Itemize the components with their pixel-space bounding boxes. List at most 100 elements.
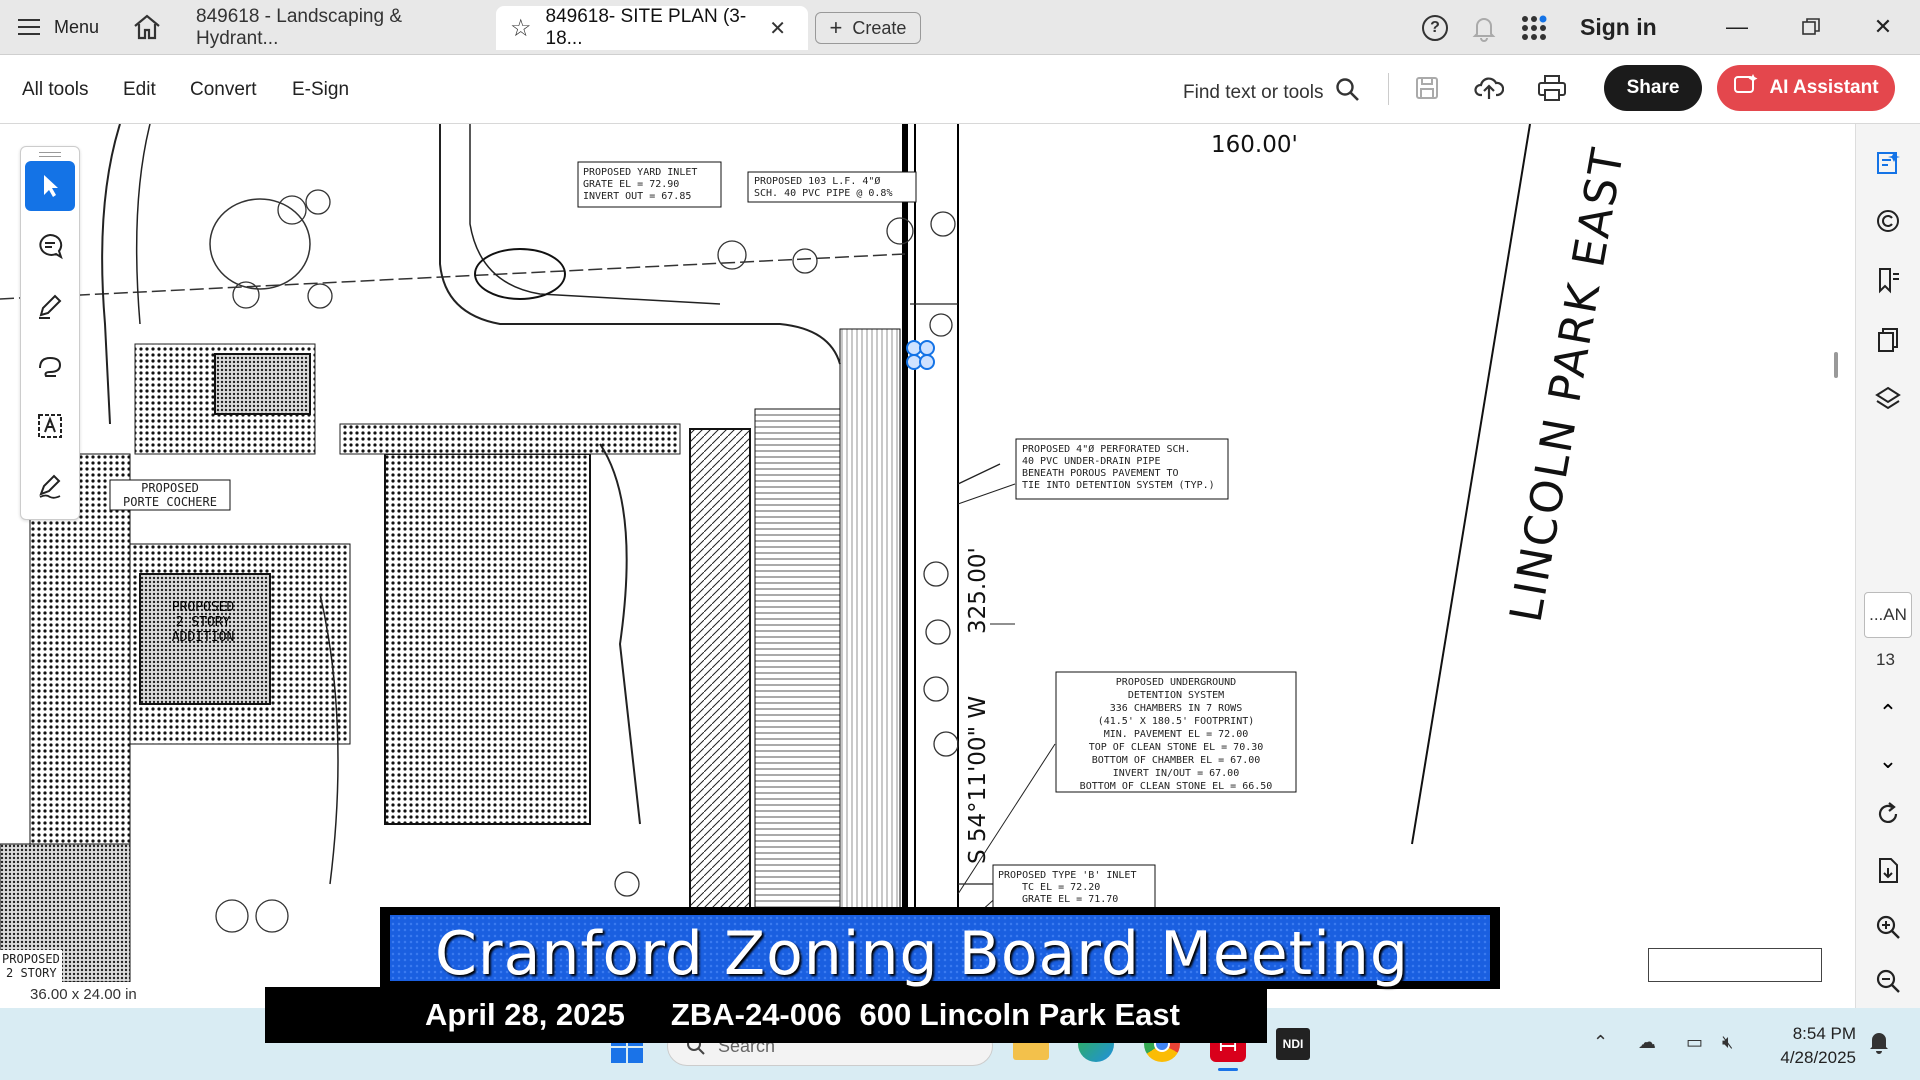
ai-assistant-button[interactable]: AI Assistant <box>1717 65 1895 111</box>
esign-menu[interactable]: E-Sign <box>292 79 349 101</box>
find-label: Find text or tools <box>1183 82 1324 103</box>
select-tool-button[interactable] <box>25 161 75 211</box>
acrobat-active-indicator <box>1218 1068 1238 1071</box>
note-detention-7: BOTTOM OF CHAMBER EL = 67.00 <box>1092 755 1261 766</box>
edit-menu[interactable]: Edit <box>123 79 156 101</box>
chevron-up-icon[interactable]: ⌃ <box>1873 698 1903 728</box>
apps-grid-icon[interactable] <box>1521 15 1547 41</box>
tray-overflow-icon[interactable]: ⌃ <box>1593 1032 1608 1053</box>
right-tools-rail: ...AN 13 ⌃ ⌄ <box>1855 124 1920 1014</box>
pages-thumbnails-icon[interactable] <box>1873 325 1903 355</box>
ai-label: AI Assistant <box>1769 77 1879 98</box>
all-tools-menu[interactable]: All tools <box>22 79 89 101</box>
sign-in-link[interactable]: Sign in <box>1580 14 1657 41</box>
extract-page-icon[interactable] <box>1873 856 1903 886</box>
site-plan-drawing: PROPOSED YARD INLET GRATE EL = 72.90 INV… <box>0 124 1635 982</box>
palette-grip[interactable] <box>39 152 61 157</box>
freehand-icon <box>39 356 62 377</box>
note-underdrain-4: TIE INTO DETENTION SYSTEM (TYP.) <box>1022 480 1215 491</box>
text-tool-button[interactable] <box>25 401 75 451</box>
note-detention-4: (41.5' X 180.5' FOOTPRINT) <box>1098 716 1255 727</box>
bell-icon[interactable] <box>1471 14 1497 42</box>
note-underdrain-2: 40 PVC UNDER-DRAIN PIPE <box>1022 456 1160 467</box>
chevron-down-icon[interactable]: ⌄ <box>1873 746 1903 776</box>
label-addition-2: 2 STORY <box>176 615 231 630</box>
vertical-scrollbar[interactable] <box>1834 352 1838 378</box>
highlight-tool-button[interactable] <box>25 281 75 331</box>
rotate-icon[interactable] <box>1873 799 1903 829</box>
bookmarks-icon[interactable] <box>1873 265 1903 295</box>
label-porte-cochere-1: PROPOSED <box>141 481 199 495</box>
zoom-in-icon[interactable] <box>1873 912 1903 942</box>
note-type-b-inlet-3: GRATE EL = 71.70 <box>1022 894 1118 905</box>
note-yard-inlet-1: PROPOSED YARD INLET <box>583 167 697 178</box>
quick-tools-palette <box>20 146 80 520</box>
home-icon[interactable] <box>132 13 162 41</box>
note-yard-inlet-2: GRATE EL = 72.90 <box>583 179 679 190</box>
zoom-out-icon[interactable] <box>1873 966 1903 996</box>
create-label: Create <box>852 17 907 38</box>
clock-time: 8:54 PM <box>1792 1024 1856 1043</box>
comment-icon <box>39 233 63 260</box>
menu-label: Menu <box>54 16 100 37</box>
note-underdrain-3: BENEATH POROUS PAVEMENT TO <box>1022 468 1179 479</box>
note-yard-inlet-3: INVERT OUT = 67.85 <box>583 191 691 202</box>
case-number: ZBA-24-006 <box>670 997 842 1032</box>
note-detention-3: 336 CHAMBERS IN 7 ROWS <box>1110 703 1242 714</box>
meeting-date: April 28, 2025 <box>425 997 625 1032</box>
divider <box>1388 73 1389 105</box>
restore-icon[interactable] <box>1794 10 1828 44</box>
label-2story-2: 2 STORY <box>6 966 57 980</box>
app-toolbar: All tools Edit Convert E-Sign Find text … <box>0 55 1920 124</box>
note-detention-8: INVERT IN/OUT = 67.00 <box>1113 768 1239 779</box>
note-type-b-inlet-1: PROPOSED TYPE 'B' INLET <box>998 870 1136 881</box>
ndi-app-icon[interactable]: NDI <box>1276 1028 1310 1060</box>
close-window-icon[interactable]: ✕ <box>1866 10 1900 44</box>
comment-tool-button[interactable] <box>25 221 75 271</box>
note-underdrain-1: PROPOSED 4"Ø PERFORATED SCH. <box>1022 443 1191 455</box>
page-number-field[interactable]: ...AN <box>1864 592 1912 638</box>
print-icon[interactable] <box>1537 74 1567 107</box>
pen-icon <box>39 294 62 319</box>
ai-sparkle-icon <box>1733 72 1759 104</box>
star-icon[interactable]: ☆ <box>510 14 532 43</box>
bearing-label: S 54°11'00" W <box>965 696 991 864</box>
help-icon[interactable]: ? <box>1422 15 1448 41</box>
network-icon[interactable]: ▭ <box>1686 1032 1703 1053</box>
layers-icon[interactable] <box>1873 384 1903 414</box>
label-addition-1: PROPOSED <box>172 600 235 615</box>
document-viewport[interactable]: PROPOSED YARD INLET GRATE EL = 72.90 INV… <box>0 124 1824 982</box>
taskbar-clock[interactable]: 8:54 PM 4/28/2025 <box>1770 1022 1856 1070</box>
sign-tool-button[interactable] <box>25 461 75 511</box>
share-button[interactable]: Share <box>1604 65 1702 111</box>
comments-panel-icon[interactable] <box>1873 206 1903 236</box>
label-2story-1: PROPOSED <box>2 952 60 966</box>
convert-menu[interactable]: Convert <box>190 79 257 101</box>
menu-button[interactable]: Menu <box>18 12 99 42</box>
clock-date: 4/28/2025 <box>1780 1048 1856 1067</box>
hamburger-icon <box>18 19 40 35</box>
edit-pdf-icon[interactable] <box>1873 148 1903 178</box>
save-icon[interactable] <box>1414 75 1440 106</box>
draw-tool-button[interactable] <box>25 341 75 391</box>
note-detention-6: TOP OF CLEAN STONE EL = 70.30 <box>1089 742 1264 753</box>
street-name-label: LINCOLN PARK EAST <box>1501 143 1635 626</box>
note-pvc-pipe-2: SCH. 40 PVC PIPE @ 0.8% <box>754 188 892 199</box>
property-address: 600 Lincoln Park East <box>859 997 1180 1032</box>
plus-icon: + <box>829 15 843 40</box>
tab-label: 849618 - Landscaping & Hydrant... <box>196 6 402 49</box>
minimize-icon[interactable]: — <box>1720 10 1754 44</box>
note-detention-9: BOTTOM OF CLEAN STONE EL = 66.50 <box>1080 781 1273 792</box>
close-tab-icon[interactable]: ✕ <box>769 16 786 41</box>
note-pvc-pipe-1: PROPOSED 103 L.F. 4"Ø <box>754 175 880 187</box>
speaker-muted-icon[interactable]: 🔇︎ <box>1722 1032 1733 1053</box>
create-button[interactable]: + Create <box>815 12 921 44</box>
tab-site-plan[interactable]: ☆ 849618- SITE PLAN (3-18... ✕ <box>496 6 808 50</box>
upload-cloud-icon[interactable] <box>1474 73 1505 108</box>
notification-bell-icon[interactable] <box>1868 1030 1890 1059</box>
tab-landscaping[interactable]: 849618 - Landscaping & Hydrant... <box>174 6 492 50</box>
dimension-325: 325.00' <box>965 547 991 634</box>
form-field-box[interactable] <box>1648 948 1822 982</box>
find-tools-button[interactable]: Find text or tools <box>1183 77 1361 109</box>
onedrive-icon[interactable]: ☁ <box>1638 1032 1656 1053</box>
